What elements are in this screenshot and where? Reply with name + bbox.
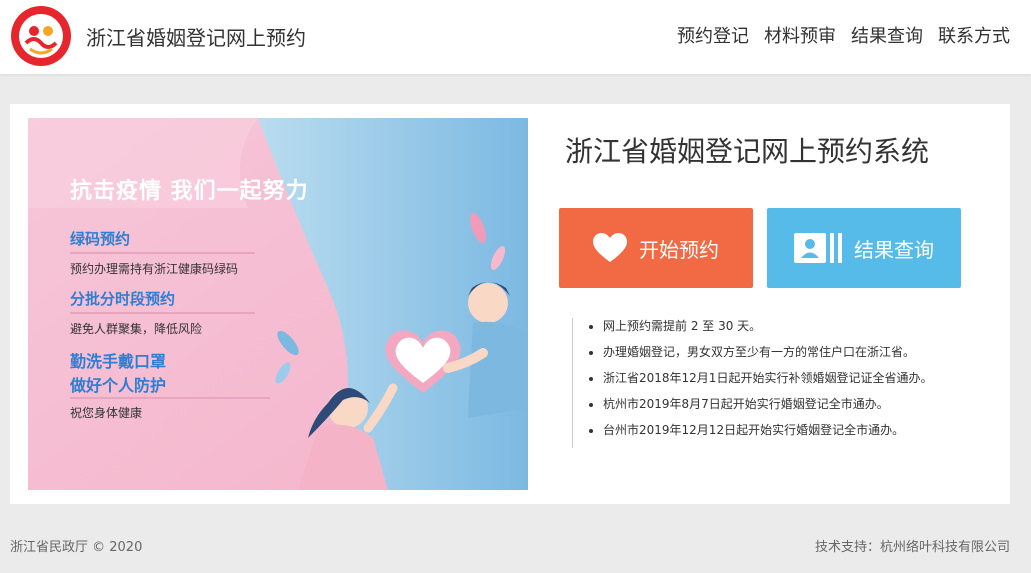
footer-tech-support: 技术支持：杭州络叶科技有限公司 xyxy=(814,540,1010,555)
nav-material-review[interactable]: 材料预审 xyxy=(764,22,836,48)
main-card: 抗击疫情 我们一起努力 绿码预约 预约办理需持有浙江健康码绿码 分批分时段预约 … xyxy=(10,104,1010,504)
notice-item: 台州市2019年12月12日起开始实行婚姻登记全市通办。 xyxy=(603,422,952,438)
heart-icon xyxy=(593,233,627,262)
notice-item: 杭州市2019年8月7日起开始实行婚姻登记全市通办。 xyxy=(603,396,952,412)
notice-item: 浙江省2018年12月1日起开始实行补领婚姻登记证全省通办。 xyxy=(603,370,952,386)
banner-heading-wash-hands: 勤洗手戴口罩 xyxy=(70,352,167,371)
footer-copyright: 浙江省民政厅 © 2020 xyxy=(10,540,143,555)
banner-text-batch: 避免人群聚集，降低风险 xyxy=(70,322,203,336)
epidemic-banner: 抗击疫情 我们一起努力 绿码预约 预约办理需持有浙江健康码绿码 分批分时段预约 … xyxy=(28,118,528,490)
nav-contact[interactable]: 联系方式 xyxy=(938,22,1010,48)
banner-heading-protection: 做好个人防护 xyxy=(70,376,167,395)
banner-heading-batch: 分批分时段预约 xyxy=(70,290,176,308)
start-appointment-button[interactable]: 开始预约 xyxy=(559,208,753,288)
banner-divider xyxy=(70,397,270,399)
banner-title: 抗击疫情 我们一起努力 xyxy=(70,179,309,204)
site-title: 浙江省婚姻登记网上预约 xyxy=(86,26,306,50)
banner-divider xyxy=(70,252,255,254)
id-card-icon xyxy=(794,233,842,263)
banner-heading-green-code: 绿码预约 xyxy=(70,230,131,248)
header: 浙江省婚姻登记网上预约 预约登记 材料预审 结果查询 联系方式 xyxy=(0,0,1031,74)
notice-item: 办理婚姻登记，男女双方至少有一方的常住户口在浙江省。 xyxy=(603,344,952,360)
system-title: 浙江省婚姻登记网上预约系统 xyxy=(565,135,930,168)
result-query-label: 结果查询 xyxy=(854,237,934,262)
nav-result-query[interactable]: 结果查询 xyxy=(851,22,923,48)
notice-item: 网上预约需提前 2 至 30 天。 xyxy=(603,318,952,334)
banner-divider xyxy=(70,312,255,314)
banner-text-health: 祝您身体健康 xyxy=(70,406,143,420)
notice-list: 网上预约需提前 2 至 30 天。 办理婚姻登记，男女双方至少有一方的常住户口在… xyxy=(572,318,952,448)
start-appointment-label: 开始预约 xyxy=(639,237,719,262)
nav-appointment[interactable]: 预约登记 xyxy=(677,22,749,48)
result-query-button[interactable]: 结果查询 xyxy=(767,208,961,288)
main-nav: 预约登记 材料预审 结果查询 联系方式 xyxy=(677,22,1010,48)
marriage-registration-logo[interactable] xyxy=(10,5,72,67)
banner-text-green-code: 预约办理需持有浙江健康码绿码 xyxy=(70,262,239,276)
